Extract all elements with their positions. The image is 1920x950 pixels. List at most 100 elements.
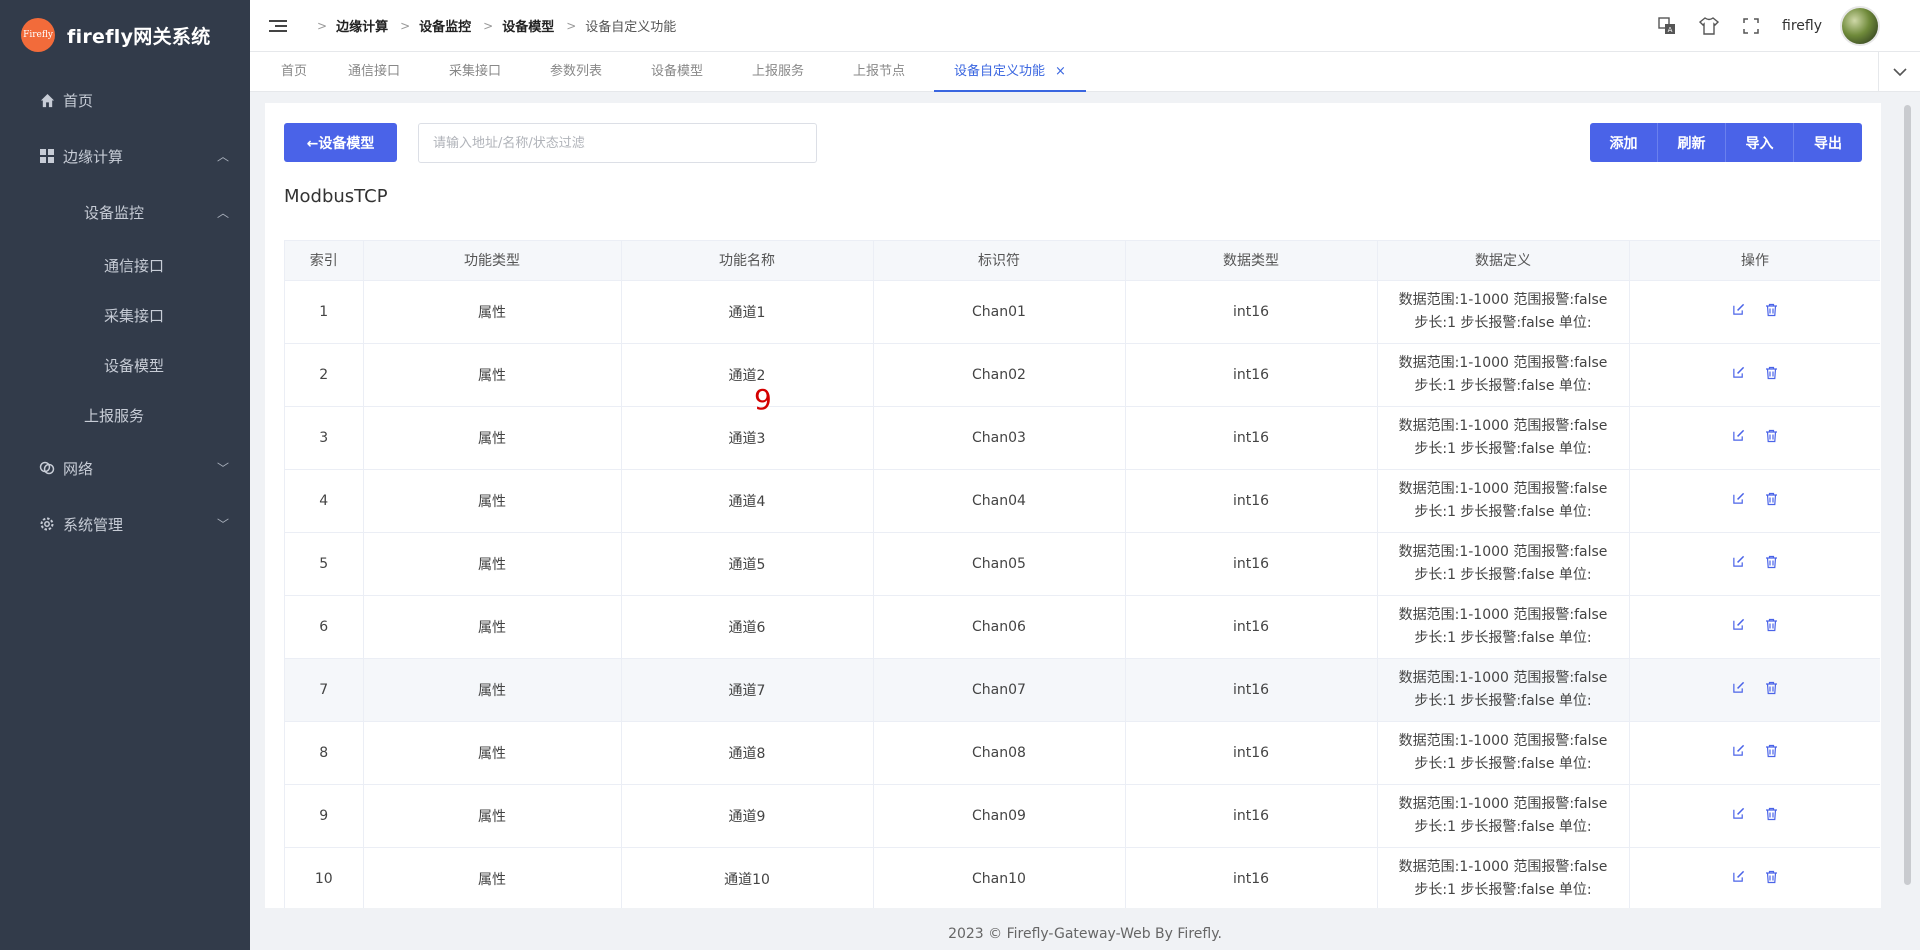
fullscreen-icon[interactable] [1740, 15, 1762, 37]
cell-data-definition: 数据范围:1-1000 范围报警:false 步长:1 步长报警:false 单位… [1377, 406, 1630, 470]
chevron-up-icon: ︿ [216, 205, 229, 220]
cell-function-name: 通道5 [621, 532, 874, 596]
edit-icon[interactable] [1732, 555, 1746, 569]
breadcrumb-item[interactable]: 设备模型 [502, 16, 554, 35]
cell-actions [1629, 658, 1880, 722]
cell-index: 6 [285, 595, 364, 659]
tab-comm-interface[interactable]: 通信接口 [348, 52, 400, 92]
edit-icon[interactable] [1732, 681, 1746, 695]
cell-identifier: Chan02 [873, 343, 1126, 407]
trash-icon[interactable] [1765, 555, 1779, 569]
tab-home[interactable]: 首页 [281, 52, 307, 92]
cell-data-definition: 数据范围:1-1000 范围报警:false 步长:1 步长报警:false 单位… [1377, 784, 1630, 848]
edit-icon[interactable] [1732, 303, 1746, 317]
edit-icon[interactable] [1732, 492, 1746, 506]
refresh-button[interactable]: 刷新 [1658, 123, 1726, 162]
trash-icon[interactable] [1765, 303, 1779, 317]
definition-line: 步长:1 步长报警:false 单位: [1414, 881, 1592, 898]
table-row: 4 属性 通道4 Chan04 int16 数据范围:1-1000 范围报警:false 步… [285, 469, 1880, 533]
cell-index: 2 [285, 343, 364, 407]
definition-line: 步长:1 步长报警:false 单位: [1414, 377, 1592, 394]
tab-device-model[interactable]: 设备模型 [651, 52, 703, 92]
sidebar-item-home[interactable]: 首页 [0, 72, 250, 128]
breadcrumb-item[interactable]: 边缘计算 [336, 16, 388, 35]
grid-icon [39, 148, 55, 164]
svg-text:A: A [1668, 26, 1673, 34]
cell-function-type: 属性 [363, 847, 622, 908]
trash-icon[interactable] [1765, 744, 1779, 758]
add-button[interactable]: 添加 [1590, 123, 1658, 162]
cell-actions [1629, 532, 1880, 596]
chevron-right-icon: > [317, 18, 328, 33]
chevron-up-icon: ︿ [216, 149, 229, 164]
definition-line: 数据范围:1-1000 范围报警:false [1398, 417, 1608, 434]
definition-line: 数据范围:1-1000 范围报警:false [1398, 354, 1608, 371]
cell-index: 1 [285, 280, 364, 344]
sidebar-item-system[interactable]: 系统管理 ﹀ [0, 496, 250, 552]
tab-collect-interface[interactable]: 采集接口 [449, 52, 501, 92]
avatar[interactable] [1840, 6, 1880, 46]
edit-icon[interactable] [1732, 366, 1746, 380]
trash-icon[interactable] [1765, 366, 1779, 380]
edit-icon[interactable] [1732, 807, 1746, 821]
trash-icon[interactable] [1765, 429, 1779, 443]
definition-line: 数据范围:1-1000 范围报警:false [1398, 480, 1608, 497]
firefly-logo: Firefly [21, 18, 55, 52]
tab-device-custom-function[interactable]: 设备自定义功能 × [934, 52, 1086, 92]
edit-icon[interactable] [1732, 429, 1746, 443]
close-icon[interactable]: × [1055, 64, 1066, 79]
network-icon [39, 460, 55, 476]
import-button[interactable]: 导入 [1726, 123, 1794, 162]
edit-icon[interactable] [1732, 870, 1746, 884]
username[interactable]: firefly [1782, 18, 1822, 34]
trash-icon[interactable] [1765, 492, 1779, 506]
chevron-down-icon[interactable] [1878, 52, 1920, 92]
back-to-device-model-button[interactable]: ←设备模型 [284, 123, 397, 162]
cell-function-name: 通道2 [621, 343, 874, 407]
cell-function-type: 属性 [363, 595, 622, 659]
edit-icon[interactable] [1732, 744, 1746, 758]
breadcrumb-item[interactable]: 设备监控 [419, 16, 471, 35]
tab-report-node[interactable]: 上报节点 [853, 52, 905, 92]
shirt-icon[interactable] [1698, 15, 1720, 37]
cell-identifier: Chan01 [873, 280, 1126, 344]
table-row: 10 属性 通道10 Chan10 int16 数据范围:1-1000 范围报警:fals… [285, 847, 1880, 908]
cell-data-definition: 数据范围:1-1000 范围报警:false 步长:1 步长报警:false 单位… [1377, 280, 1630, 344]
cell-data-definition: 数据范围:1-1000 范围报警:false 步长:1 步长报警:false 单位… [1377, 595, 1630, 659]
trash-icon[interactable] [1765, 807, 1779, 821]
definition-line: 数据范围:1-1000 范围报警:false [1398, 669, 1608, 686]
cell-identifier: Chan08 [873, 721, 1126, 785]
chevron-down-icon: ﹀ [216, 517, 229, 532]
edit-icon[interactable] [1732, 618, 1746, 632]
cell-function-type: 属性 [363, 658, 622, 722]
menu-toggle-icon[interactable] [269, 19, 287, 32]
sidebar-item-collect-interface[interactable]: 采集接口 [0, 290, 250, 340]
cell-identifier: Chan10 [873, 847, 1126, 908]
column-header: 功能名称 [621, 241, 874, 281]
translate-icon[interactable]: A [1656, 15, 1678, 37]
definition-line: 步长:1 步长报警:false 单位: [1414, 818, 1592, 835]
sidebar-item-comm-interface[interactable]: 通信接口 [0, 240, 250, 290]
scrollbar[interactable] [1904, 105, 1911, 885]
cell-data-type: int16 [1125, 784, 1378, 848]
sidebar-item-device-monitor[interactable]: 设备监控 ︿ [0, 184, 250, 240]
search-input[interactable] [418, 123, 817, 163]
cell-function-name: 通道3 [621, 406, 874, 470]
trash-icon[interactable] [1765, 618, 1779, 632]
sidebar-item-network[interactable]: 网络 ﹀ [0, 440, 250, 496]
trash-icon[interactable] [1765, 681, 1779, 695]
tab-param-list[interactable]: 参数列表 [550, 52, 602, 92]
trash-icon[interactable] [1765, 870, 1779, 884]
export-button[interactable]: 导出 [1794, 123, 1862, 162]
sidebar-item-report-service[interactable]: 上报服务 [0, 390, 250, 440]
column-header: 操作 [1629, 241, 1880, 281]
cell-function-type: 属性 [363, 469, 622, 533]
tab-report-service[interactable]: 上报服务 [752, 52, 804, 92]
cell-index: 3 [285, 406, 364, 470]
definition-line: 步长:1 步长报警:false 单位: [1414, 629, 1592, 646]
sidebar-item-device-model[interactable]: 设备模型 [0, 340, 250, 390]
overlay-number: 9 [754, 383, 772, 416]
breadcrumb-current: 设备自定义功能 [585, 20, 677, 35]
section-title: ModbusTCP [284, 186, 388, 207]
sidebar-item-edge[interactable]: 边缘计算 ︿ [0, 128, 250, 184]
